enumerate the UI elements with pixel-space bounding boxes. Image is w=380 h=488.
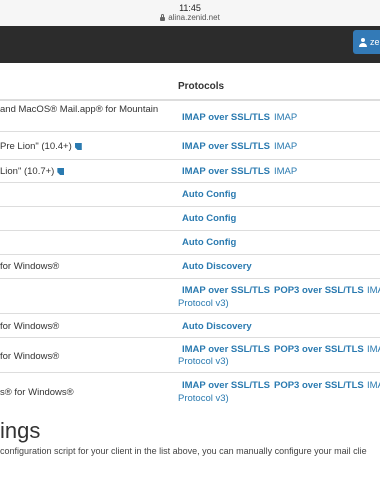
protocol-link-imap[interactable]: IMA <box>367 379 380 392</box>
protocol-link-pop3-ssl[interactable]: POP3 over SSL/TLS <box>274 284 364 297</box>
table-row: for Windows® Auto Discovery <box>0 255 380 279</box>
table-row: Pre Lion" (10.4+) IMAP over SSL/TLS IMAP <box>0 132 380 160</box>
table-row: s® for Windows® IMAP over SSL/TLS POP3 o… <box>0 373 380 411</box>
protocol-link-imap-ssl[interactable]: IMAP over SSL/TLS <box>182 284 270 297</box>
protocol-link-pop3-ssl[interactable]: POP3 over SSL/TLS <box>274 379 364 392</box>
protocol-link-imap[interactable]: IMAP <box>274 165 297 178</box>
table-row: Auto Config <box>0 207 380 231</box>
table-row: and MacOS® Mail.app® for Mountain IMAP o… <box>0 101 380 132</box>
manual-settings-heading: ings <box>0 418 41 443</box>
status-time: 11:45 <box>179 3 201 13</box>
protocol-link-pop3-ssl[interactable]: POP3 over SSL/TLS <box>274 343 364 356</box>
client-name-text: Lion" (10.7+) <box>0 166 55 177</box>
protocol-link-auto-config[interactable]: Auto Config <box>182 188 236 201</box>
table-header: Protocols <box>0 73 380 101</box>
browser-status-bar: 11:45 alina.zenid.net <box>0 0 380 26</box>
user-icon <box>359 37 367 47</box>
client-name: for Windows® <box>0 321 60 332</box>
client-name: s® for Windows® <box>0 387 74 398</box>
client-name: for Windows® <box>0 261 60 272</box>
table-row: for Windows® Auto Discovery <box>0 314 380 338</box>
protocol-link-imap[interactable]: IMAP <box>274 111 297 124</box>
info-icon[interactable] <box>57 168 65 175</box>
protocol-link-auto-config[interactable]: Auto Config <box>182 236 236 249</box>
protocol-link-continuation[interactable]: Protocol v3) <box>178 392 229 405</box>
address-bar[interactable]: alina.zenid.net <box>0 13 380 23</box>
table-row: IMAP over SSL/TLS POP3 over SSL/TLS IMAP… <box>0 279 380 314</box>
protocol-link-auto-discovery[interactable]: Auto Discovery <box>182 320 252 333</box>
protocol-link-continuation[interactable]: Protocol v3) <box>178 297 229 310</box>
client-name: for Windows® <box>0 351 60 362</box>
table-row: Auto Config <box>0 183 380 207</box>
table-row: Lion" (10.7+) IMAP over SSL/TLS IMAP <box>0 160 380 183</box>
protocol-link-imap-ssl[interactable]: IMAP over SSL/TLS <box>182 165 270 178</box>
protocol-link-imap[interactable]: IMA <box>367 343 380 356</box>
client-name: and MacOS® Mail.app® for Mountain <box>0 104 159 115</box>
protocol-link-continuation[interactable]: Protocol v3) <box>178 355 229 368</box>
lock-icon <box>160 14 166 21</box>
protocol-link-imap[interactable]: IMAP <box>367 284 380 297</box>
user-button-label: ze <box>370 37 380 47</box>
protocol-link-imap-ssl[interactable]: IMAP over SSL/TLS <box>182 379 270 392</box>
info-icon[interactable] <box>74 143 82 150</box>
user-menu-button[interactable]: ze <box>353 30 380 54</box>
client-name-text: Pre Lion" (10.4+) <box>0 141 72 152</box>
protocol-link-imap-ssl[interactable]: IMAP over SSL/TLS <box>182 111 270 124</box>
table-row: Auto Config <box>0 231 380 255</box>
protocol-link-auto-config[interactable]: Auto Config <box>182 212 236 225</box>
top-navbar: ze <box>0 26 380 63</box>
client-name: Lion" (10.7+) <box>0 165 65 178</box>
address-url: alina.zenid.net <box>168 13 220 22</box>
protocol-link-imap[interactable]: IMAP <box>274 140 297 153</box>
client-protocol-table: Protocols and MacOS® Mail.app® for Mount… <box>0 73 380 411</box>
table-row: for Windows® IMAP over SSL/TLS POP3 over… <box>0 338 380 373</box>
protocol-link-auto-discovery[interactable]: Auto Discovery <box>182 260 252 273</box>
client-name: Pre Lion" (10.4+) <box>0 140 82 153</box>
protocol-link-imap-ssl[interactable]: IMAP over SSL/TLS <box>182 140 270 153</box>
manual-settings-text: configuration script for your client in … <box>0 446 367 456</box>
protocols-column-header: Protocols <box>178 81 225 92</box>
